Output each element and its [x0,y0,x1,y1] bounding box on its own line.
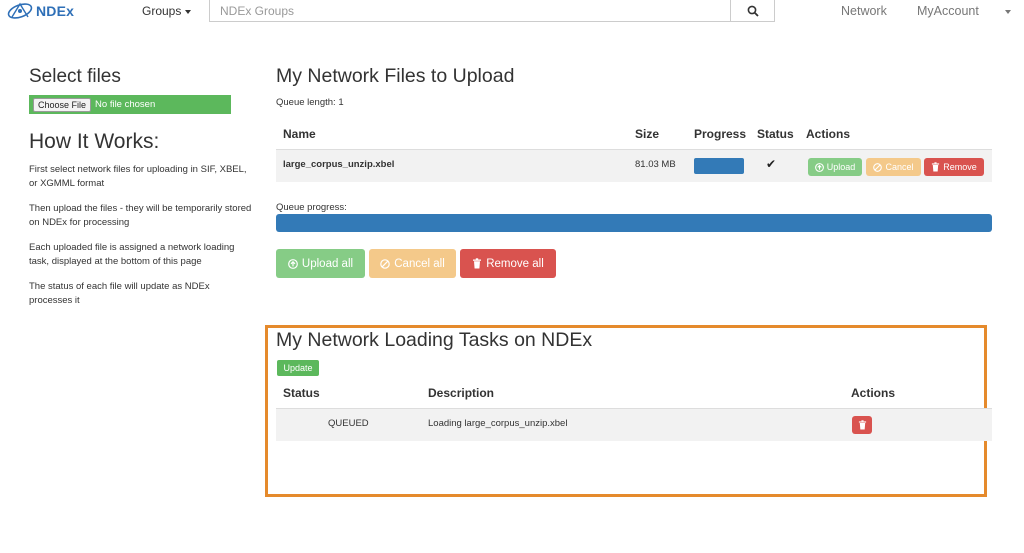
upload-section-title: My Network Files to Upload [276,65,515,87]
upload-button[interactable]: Upload [808,158,862,176]
search-input[interactable]: NDEx Groups [209,0,731,22]
cancel-button[interactable]: Cancel [866,158,921,176]
file-name: large_corpus_unzip.xbel [283,159,395,170]
remove-label: Remove [943,162,977,172]
trash-icon [932,162,940,172]
how-step: Each uploaded file is assigned a network… [29,242,235,267]
trash-icon [473,258,482,269]
groups-dropdown[interactable]: Groups [142,0,192,22]
navbar: NDEx Groups NDEx Groups Network MyAccoun… [0,0,1024,22]
ban-icon [380,258,391,269]
how-it-works-heading: How It Works: [29,130,160,153]
myaccount-label: MyAccount [917,4,979,18]
network-link[interactable]: Network [841,0,887,22]
column-header-progress: Progress [694,127,747,141]
file-picker[interactable]: Choose File No file chosen [29,95,231,114]
upload-all-label: Upload all [301,257,354,270]
update-button[interactable]: Update [277,360,319,376]
search-button[interactable] [731,0,775,22]
upload-label: Upload [826,162,856,172]
tasks-section-title: My Network Loading Tasks on NDEx [276,329,593,351]
queue-progress-bar [276,214,992,232]
remove-all-button[interactable]: Remove all [460,249,556,278]
column-header-actions: Actions [806,127,851,141]
caret-down-icon [185,9,192,14]
myaccount-dropdown[interactable]: MyAccount [917,0,1011,22]
column-header-actions: Actions [851,386,896,400]
ban-icon [873,162,883,172]
remove-all-label: Remove all [486,257,544,270]
search-icon [747,5,759,17]
how-step: First select network files for uploading… [29,164,247,189]
queue-progress-label: Queue progress: [276,202,347,213]
column-header-name: Name [283,127,316,141]
cancel-all-label: Cancel all [394,257,445,270]
select-files-heading: Select files [29,66,121,87]
column-header-status: Status [283,386,320,400]
groups-label: Groups [142,4,182,18]
how-step: The status of each file will update as N… [29,281,210,306]
cancel-all-button[interactable]: Cancel all [369,249,456,278]
caret-down-icon [1004,9,1011,14]
choose-file-button[interactable]: Choose File [33,97,92,112]
task-status: QUEUED [328,418,369,429]
queue-progress-fill [276,214,992,232]
file-progress-bar [694,158,744,174]
upload-circle-icon [814,162,824,172]
no-file-label: No file chosen [95,99,156,110]
delete-task-button[interactable] [852,416,872,434]
check-icon: ✔ [766,157,777,171]
table-row [276,409,992,441]
task-description: Loading large_corpus_unzip.xbel [428,418,568,429]
trash-icon [858,420,866,430]
brand-name: NDEx [36,3,75,19]
cancel-label: Cancel [885,162,914,172]
upload-all-button[interactable]: Upload all [276,249,365,278]
upload-circle-icon [288,258,298,269]
column-header-status: Status [757,127,794,141]
column-header-size: Size [635,127,660,141]
how-step: Then upload the files - they will be tem… [29,203,252,228]
ndex-logo[interactable]: NDEx [6,1,74,21]
remove-button[interactable]: Remove [924,158,984,176]
queue-length: Queue length: 1 [276,97,344,108]
file-size: 81.03 MB [635,159,676,170]
ndex-logo-icon [7,2,33,19]
column-header-description: Description [428,386,495,400]
